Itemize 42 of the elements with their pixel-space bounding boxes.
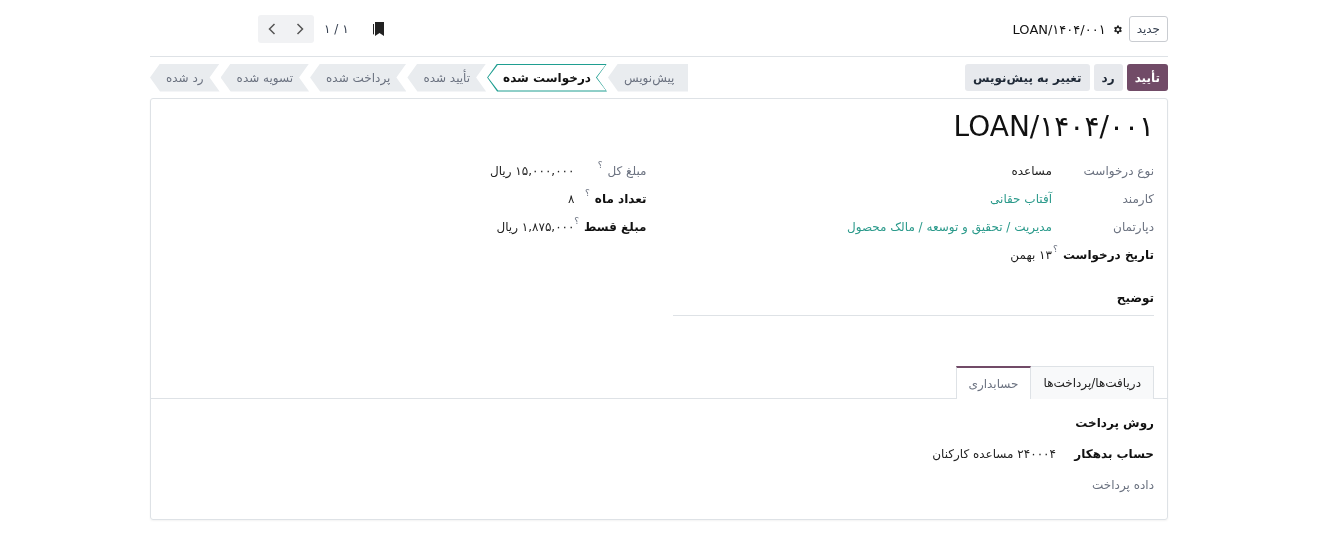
help-mark[interactable]: ؟: [574, 216, 579, 226]
help-mark[interactable]: ؟: [597, 160, 603, 170]
action-button[interactable]: تأیید: [1126, 64, 1168, 91]
field-value: ۲۴۰۰۰۴ مساعده کارکنان: [931, 446, 1056, 461]
description-label: توضیح: [1116, 291, 1154, 305]
status-stage[interactable]: تسویه شده: [220, 63, 310, 92]
action-button[interactable]: رد: [1093, 64, 1123, 91]
field-value: ۸: [567, 192, 575, 206]
status-stage[interactable]: پرداخت شده: [310, 63, 407, 92]
field-value: ۱۵,۰۰۰,۰۰۰ ریال: [488, 164, 575, 178]
status-stage[interactable]: تأیید شده: [407, 63, 487, 92]
action-button[interactable]: تغییر به پیش‌نویس: [965, 64, 1090, 91]
status-stage[interactable]: درخواست شده: [487, 63, 607, 92]
field-label: دپارتمان: [1113, 220, 1154, 234]
chevron-right-icon: [296, 23, 304, 35]
field-label: تعداد ماه: [594, 192, 647, 206]
field-label: روش پرداخت: [1075, 415, 1154, 430]
field-label: تاریخ درخواست: [1062, 248, 1154, 262]
status-stage[interactable]: پیش‌نویس: [607, 63, 689, 92]
field-link[interactable]: مدیریت / تحقیق و توسعه / مالک محصول: [671, 220, 1052, 234]
record-title: LOAN/۱۴۰۴/۰۰۱: [952, 109, 1154, 145]
field-label: حساب بدهکار: [1074, 446, 1154, 461]
field-label: داده پرداخت: [1092, 477, 1154, 492]
pager-value[interactable]: ۱ / ۱: [324, 22, 349, 36]
record-name: LOAN/۱۴۰۴/۰۰۱: [1012, 21, 1106, 37]
help-mark[interactable]: ؟: [585, 188, 590, 198]
bookmark-icon[interactable]: [372, 22, 384, 36]
status-stage[interactable]: رد شده: [150, 63, 220, 92]
chevron-left-icon: [268, 23, 276, 35]
help-mark[interactable]: ؟: [1053, 244, 1058, 254]
tab[interactable]: دریافت‌ها/پرداخت‌ها: [1030, 366, 1154, 399]
settings-icon[interactable]: [1111, 23, 1123, 35]
field-label: کارمند: [1122, 192, 1154, 206]
field-label: مبلغ کل: [607, 164, 647, 178]
field-label: مبلغ قسط: [583, 220, 647, 234]
field-link[interactable]: آفتاب حقانی: [671, 192, 1052, 206]
field-value: ۱۳ بهمن: [1009, 248, 1052, 262]
tab[interactable]: حسابداری: [955, 366, 1032, 399]
field-label: نوع درخواست: [1083, 164, 1154, 178]
new-button[interactable]: جدید: [1128, 16, 1168, 42]
field-value: ۱,۸۷۵,۰۰۰ ریال: [495, 220, 575, 234]
field-value: مساعده: [1010, 164, 1052, 178]
